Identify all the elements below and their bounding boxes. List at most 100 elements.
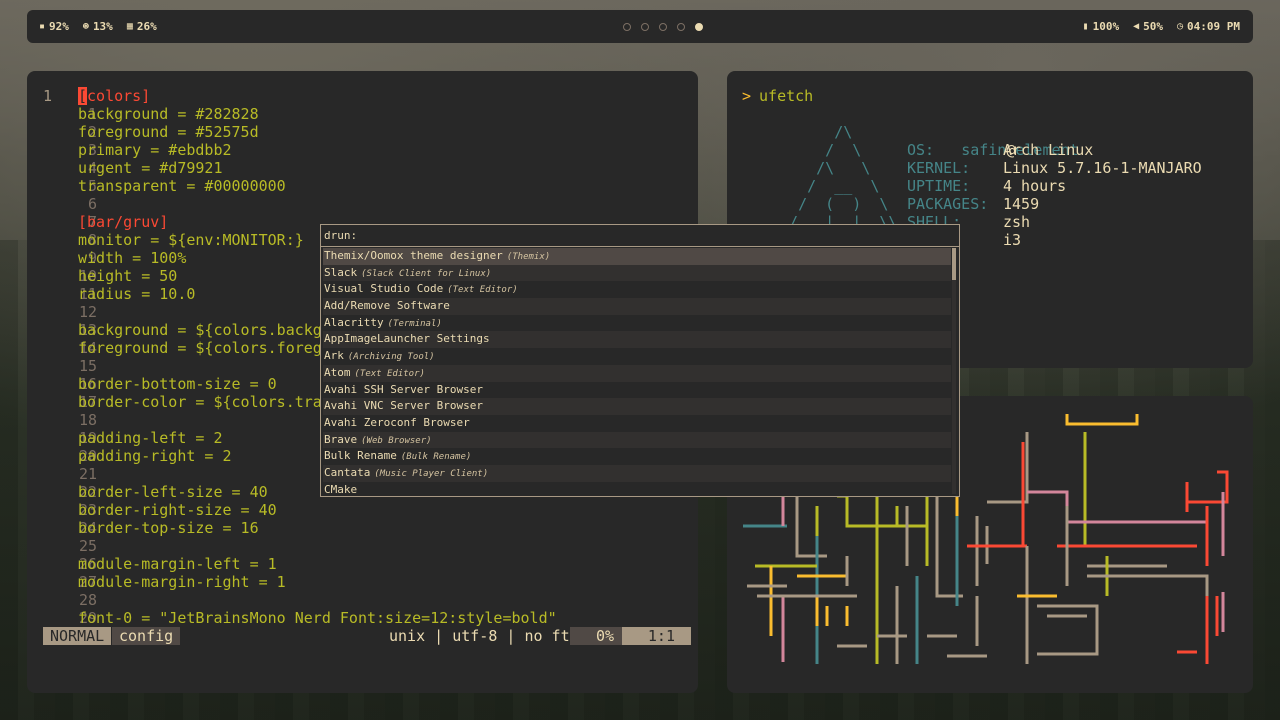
vim-mode: NORMAL xyxy=(43,627,112,645)
info-value: i3 xyxy=(1003,231,1022,249)
launcher-item[interactable]: CMake xyxy=(323,482,951,499)
cpu-icon: ⊛ xyxy=(82,21,89,32)
info-value: 4 hours xyxy=(1003,177,1067,195)
launcher-item[interactable]: Avahi SSH Server Browser xyxy=(323,382,951,399)
disk-icon: ▪ xyxy=(39,21,46,32)
launcher-item-name: Avahi Zeroconf Browser xyxy=(324,415,470,429)
launcher-item-description: (Web Browser) xyxy=(361,435,432,446)
launcher-scrollbar-thumb[interactable] xyxy=(952,248,956,280)
info-value: zsh xyxy=(1003,213,1031,231)
pipe-segment xyxy=(987,432,1029,504)
launcher-item-name: Visual Studio Code xyxy=(324,282,444,296)
vim-scroll-percent: 0% xyxy=(570,627,622,645)
info-value: 1459 xyxy=(1003,195,1040,213)
workspace-5-button[interactable] xyxy=(695,22,703,31)
clock-module: ◷ 04:09 PM xyxy=(1177,20,1240,33)
memory-usage: 26% xyxy=(136,20,157,33)
info-value: Arch Linux xyxy=(1003,141,1094,159)
status-bar-left: ▪ 92% ⊛ 13% ▦ 26% xyxy=(39,10,157,43)
launcher-item[interactable]: Slack (Slack Client for Linux) xyxy=(323,264,951,282)
clock-time: 04:09 PM xyxy=(1187,20,1240,33)
launcher-item-name: Bulk Rename xyxy=(324,449,397,463)
info-key: PACKAGES: xyxy=(907,195,989,213)
line-text: urgent = #d79921 xyxy=(78,159,223,177)
launcher-item[interactable]: Atom (Text Editor) xyxy=(323,364,951,382)
workspace-4-button[interactable] xyxy=(677,22,685,31)
shell-command: ufetch xyxy=(759,87,814,105)
info-key: UPTIME: xyxy=(907,177,971,195)
battery-icon: ▮ xyxy=(1082,21,1089,32)
launcher-item[interactable]: Themix/Oomox theme designer (Themix) xyxy=(323,248,951,265)
launcher-item[interactable]: Visual Studio Code (Text Editor) xyxy=(323,281,951,298)
launcher-item-name: Ark xyxy=(324,349,344,363)
line-text: padding-right = 2 xyxy=(78,447,232,465)
volume-icon: ◀ xyxy=(1133,21,1140,32)
status-bar: ▪ 92% ⊛ 13% ▦ 26% ▮ 100% ◀ 50% ◷ 04:09 P… xyxy=(27,10,1253,43)
disk-usage: 92% xyxy=(49,20,69,33)
launcher-item[interactable]: Add/Remove Software xyxy=(323,298,951,315)
line-number: 18 xyxy=(78,411,97,429)
battery-level: 100% xyxy=(1092,20,1120,33)
pipe-segment xyxy=(1087,574,1209,596)
app-launcher[interactable]: drun: Themix/Oomox theme designer (Themix… xyxy=(320,224,960,497)
volume-level: 50% xyxy=(1143,20,1163,33)
line-text: width = 100% xyxy=(78,249,187,267)
line-number: 1 xyxy=(43,87,53,105)
launcher-item[interactable]: Bulk Rename (Bulk Rename) xyxy=(323,448,951,465)
launcher-item-name: Avahi SSH Server Browser xyxy=(324,382,483,396)
volume-module[interactable]: ◀ 50% xyxy=(1133,20,1163,33)
line-text: height = 50 xyxy=(78,267,178,285)
workspace-indicator xyxy=(623,10,703,43)
memory-icon: ▦ xyxy=(126,21,133,32)
text-cursor: [ xyxy=(78,87,88,105)
launcher-item[interactable]: Ark (Archiving Tool) xyxy=(323,348,951,365)
line-text: module-margin-left = 1 xyxy=(78,555,277,573)
workspace-3-button[interactable] xyxy=(659,22,667,31)
launcher-item-name: Themix/Oomox theme designer xyxy=(324,249,503,262)
launcher-item[interactable]: Cantata (Music Player Client) xyxy=(323,464,951,482)
launcher-item-description: (Text Editor) xyxy=(354,368,425,379)
shell-prompt: > ufetch xyxy=(742,87,813,105)
launcher-item[interactable]: Avahi Zeroconf Browser xyxy=(323,415,951,432)
launcher-item[interactable]: Brave (Web Browser) xyxy=(323,431,951,449)
workspace-2-button[interactable] xyxy=(641,22,649,31)
launcher-item-name: Avahi VNC Server Browser xyxy=(324,399,483,413)
line-text: [bar/gruv] xyxy=(78,213,169,231)
line-text: foreground = ${colors.foregr xyxy=(78,339,331,357)
launcher-item-description: (Music Player Client) xyxy=(374,468,489,479)
info-row: UPTIME: 4 hours xyxy=(907,177,1079,195)
vim-filename: config xyxy=(112,627,181,645)
line-number: 15 xyxy=(78,357,97,375)
line-text: transparent = #00000000 xyxy=(78,177,286,195)
launcher-divider xyxy=(321,246,959,247)
launcher-scrollbar[interactable] xyxy=(952,248,956,494)
user-host: safin@element xyxy=(907,123,1078,159)
launcher-item-description: (Archiving Tool) xyxy=(347,352,435,363)
launcher-prompt[interactable]: drun: xyxy=(324,228,357,243)
launcher-item-name: Alacritty xyxy=(324,315,384,329)
launcher-item-description: (Text Editor) xyxy=(447,285,518,296)
info-row: OS: Arch Linux xyxy=(907,141,1093,159)
launcher-list[interactable]: Themix/Oomox theme designer (Themix) Slack… xyxy=(323,248,951,498)
info-row: PACKAGES: 1459 xyxy=(907,195,1079,213)
line-text: [colors] xyxy=(78,87,151,105)
line-text: font-0 = "JetBrainsMono Nerd Font:size=1… xyxy=(78,609,557,627)
line-text: border-left-size = 40 xyxy=(78,483,268,501)
vim-cursor-position: 1:1 xyxy=(622,627,691,645)
line-text: background = ${colors.backgr xyxy=(78,321,331,339)
cpu-usage: 13% xyxy=(92,20,113,33)
workspace-1-button[interactable] xyxy=(623,22,631,31)
line-text: monitor = ${env:MONITOR:} xyxy=(78,231,304,249)
launcher-item[interactable]: Avahi VNC Server Browser xyxy=(323,398,951,415)
launcher-item-name: Brave xyxy=(324,432,358,446)
launcher-item[interactable]: Alacritty (Terminal) xyxy=(323,315,951,332)
line-text: radius = 10.0 xyxy=(78,285,196,303)
info-key: OS: xyxy=(907,141,935,159)
launcher-item[interactable]: AppImageLauncher Settings xyxy=(323,331,951,349)
line-number: 21 xyxy=(78,465,97,483)
line-text: border-right-size = 40 xyxy=(78,501,277,519)
line-text: border-top-size = 16 xyxy=(78,519,259,537)
line-text: module-margin-right = 1 xyxy=(78,573,286,591)
line-text: border-color = ${colors.tran xyxy=(78,393,331,411)
vim-statusline: NORMAL config unix | utf-8 | no ft 0% 1:… xyxy=(43,627,691,645)
